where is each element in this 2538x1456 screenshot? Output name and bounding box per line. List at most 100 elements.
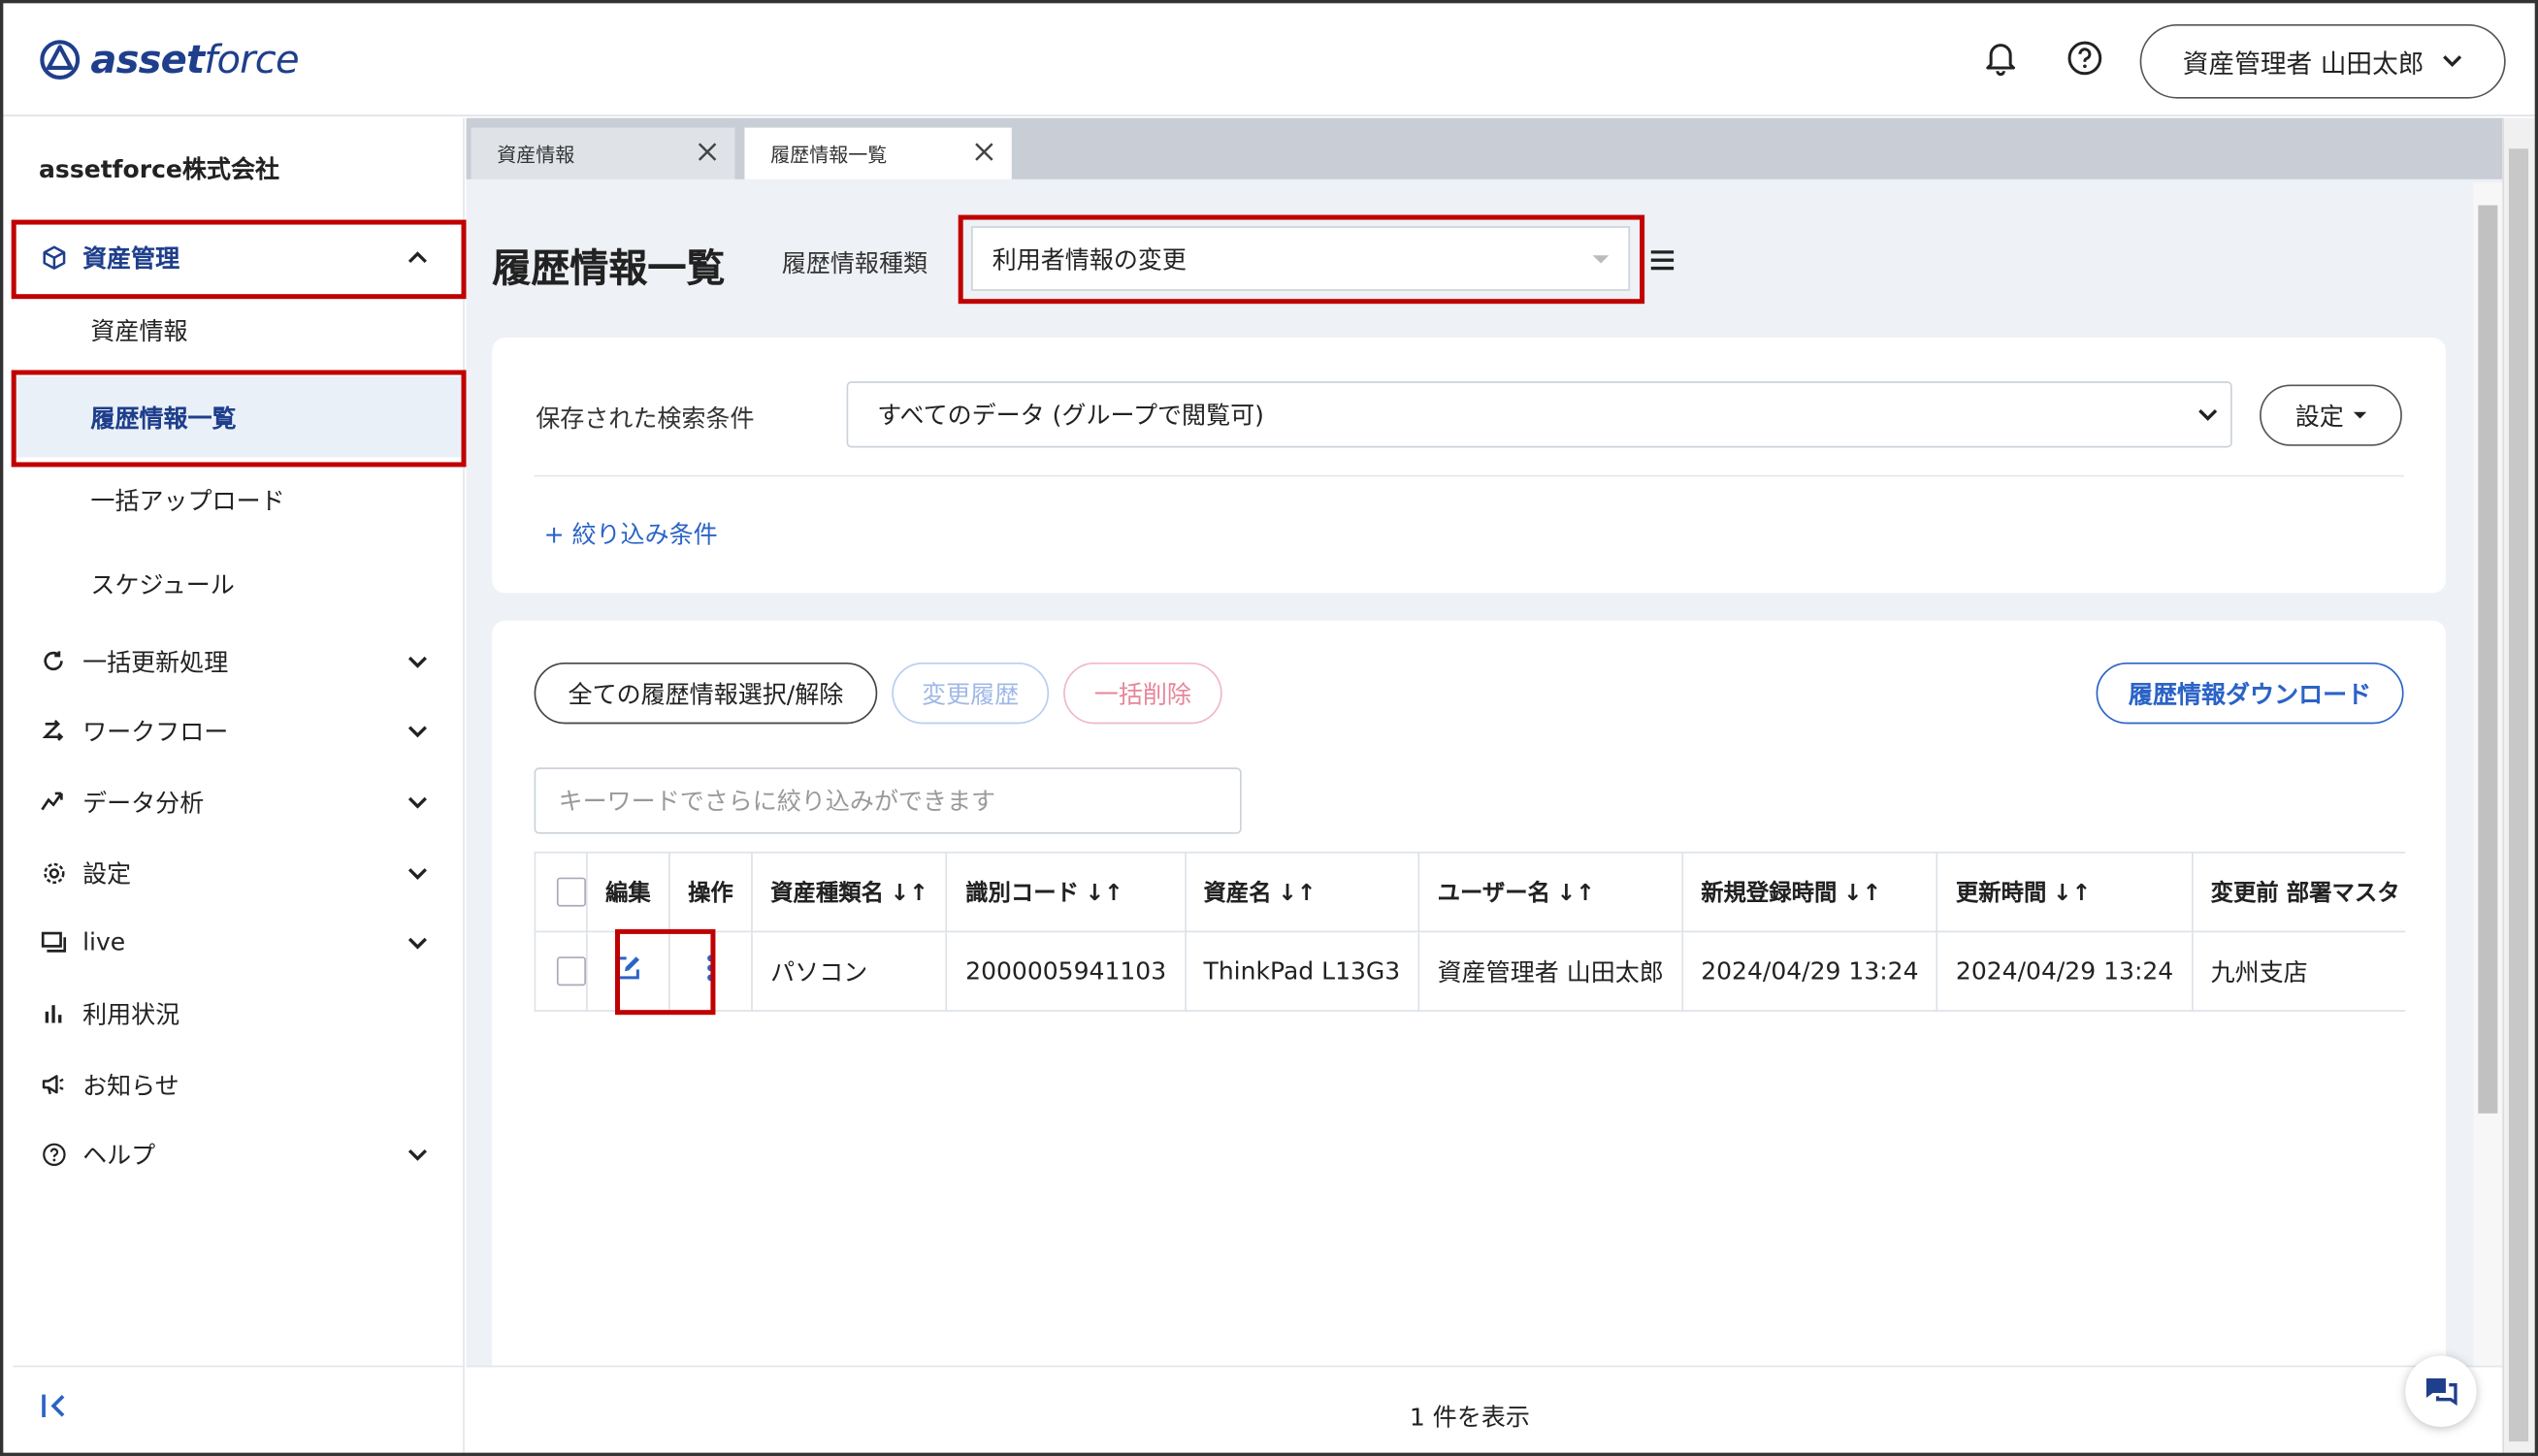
row-checkbox-cell[interactable] — [534, 930, 588, 1012]
cell-asset-name: ThinkPad L13G3 — [1184, 930, 1420, 1012]
actions-cell[interactable] — [668, 930, 753, 1012]
edit-cell[interactable] — [585, 930, 670, 1012]
column-header-user-name[interactable]: ユーザー名 ↓↑ — [1417, 851, 1683, 933]
close-icon[interactable] — [696, 141, 718, 163]
column-header-updated-at[interactable]: 更新時間 ↓↑ — [1936, 851, 2194, 933]
refresh-icon — [41, 648, 67, 674]
sort-icon[interactable]: ↓↑ — [891, 881, 928, 907]
saved-search-label: 保存された検索条件 — [536, 404, 755, 434]
sidebar-item-label: データ分析 — [82, 788, 205, 818]
select-all-checkbox-cell[interactable] — [534, 851, 588, 933]
divider — [534, 474, 2404, 477]
result-count: 1 件を表示 — [1409, 1403, 1530, 1432]
logo-icon — [40, 40, 81, 81]
sort-icon[interactable]: ↓↑ — [2053, 881, 2091, 907]
cell-created-at: 2024/04/29 13:24 — [1681, 930, 1938, 1012]
saved-search-select[interactable]: すべてのデータ (グループで閲覧可) — [846, 381, 2232, 448]
footer-divider — [466, 1365, 2503, 1368]
column-header-dept-before: 変更前 部署マスタ — [2191, 851, 2406, 933]
sidebar-divider — [13, 1365, 465, 1368]
sidebar-item-usage[interactable]: 利用状況 — [13, 980, 463, 1048]
chat-button[interactable] — [2405, 1355, 2477, 1427]
download-history-button[interactable]: 履歴情報ダウンロード — [2096, 663, 2404, 725]
usage-chart-icon — [41, 1000, 67, 1026]
add-filter-link[interactable]: + 絞り込み条件 — [544, 517, 718, 551]
table-header-row: 編集 操作 資産種類名 ↓↑ 識別コード ↓↑ 資産名 ↓↑ ユーザー名 ↓↑ 新規登録… — [534, 851, 2406, 933]
sort-icon[interactable]: ↓↑ — [1557, 881, 1595, 907]
sidebar-item-bulk-update[interactable]: 一括更新処理 — [13, 627, 463, 695]
column-header-asset-name[interactable]: 資産名 ↓↑ — [1184, 851, 1420, 933]
cell-dept-before: 九州支店 — [2191, 930, 2406, 1012]
select-all-button[interactable]: 全ての履歴情報選択/解除 — [534, 663, 878, 725]
bell-icon[interactable] — [1981, 39, 2020, 78]
cell-updated-at: 2024/04/29 13:24 — [1936, 930, 2194, 1012]
workflow-icon — [41, 718, 67, 744]
company-name: assetforce株式会社 — [39, 154, 280, 184]
analytics-icon — [41, 789, 67, 815]
cell-asset-type: パソコン — [751, 930, 948, 1012]
history-table: 編集 操作 資産種類名 ↓↑ 識別コード ↓↑ 資産名 ↓↑ ユーザー名 ↓↑ 新規登録… — [534, 851, 2406, 1012]
sidebar-subitem-history-list[interactable]: 履歴情報一覧 — [13, 376, 464, 458]
column-header-actions: 操作 — [668, 851, 753, 933]
tab-label: 資産情報 — [497, 143, 575, 166]
gear-icon — [41, 859, 67, 886]
sort-icon[interactable]: ↓↑ — [1086, 881, 1123, 907]
chevron-down-icon — [407, 937, 427, 950]
help-icon — [41, 1141, 67, 1167]
history-type-label: 履歴情報種類 — [781, 248, 928, 278]
settings-button-label: 設定 — [2294, 401, 2344, 431]
sidebar-item-label: live — [82, 927, 126, 957]
column-header-created-at[interactable]: 新規登録時間 ↓↑ — [1681, 851, 1938, 933]
sidebar-subitem-schedule[interactable]: スケジュール — [13, 549, 463, 617]
saved-search-value: すべてのデータ (グループで閲覧可) — [877, 401, 1264, 431]
tab-asset-info[interactable]: 資産情報 — [471, 127, 735, 179]
dropdown-caret-icon — [1592, 255, 1610, 264]
live-icon — [41, 929, 67, 955]
sidebar-item-news[interactable]: お知らせ — [13, 1051, 463, 1118]
sidebar-item-live[interactable]: live — [13, 908, 463, 976]
chevron-down-icon — [2198, 408, 2218, 421]
chat-icon — [2425, 1378, 2457, 1407]
sidebar-subitem-asset-info[interactable]: 資産情報 — [13, 296, 463, 364]
caret-down-icon — [2353, 411, 2367, 419]
keyword-filter-input[interactable]: キーワードでさらに絞り込みができます — [534, 767, 1242, 834]
chevron-down-icon — [2442, 55, 2461, 67]
content-scrollbar-thumb[interactable] — [2478, 205, 2498, 1114]
sort-icon[interactable]: ↓↑ — [1278, 881, 1316, 907]
tab-label: 履歴情報一覧 — [770, 143, 888, 166]
sidebar-item-label: 一括更新処理 — [82, 647, 229, 677]
sidebar-item-data-analysis[interactable]: データ分析 — [13, 767, 463, 835]
column-header-id-code[interactable]: 識別コード ↓↑ — [946, 851, 1187, 933]
megaphone-icon — [41, 1071, 67, 1097]
sidebar-item-workflow[interactable]: ワークフロー — [13, 696, 463, 764]
more-vertical-icon[interactable] — [705, 954, 715, 983]
assetforce-logo[interactable]: assetforce — [39, 36, 300, 84]
history-type-select[interactable]: 利用者情報の変更 — [971, 226, 1631, 291]
sidebar-item-help[interactable]: ヘルプ — [13, 1119, 463, 1187]
bulk-delete-button[interactable]: 一括削除 — [1063, 663, 1222, 725]
chevron-down-icon — [407, 726, 427, 738]
tab-history-list[interactable]: 履歴情報一覧 — [744, 127, 1012, 179]
checkbox[interactable] — [556, 877, 586, 907]
page-scrollbar-thumb[interactable] — [2509, 148, 2529, 1441]
search-card — [492, 338, 2446, 594]
sidebar-item-asset-management[interactable]: 資産管理 — [13, 221, 463, 292]
sidebar-item-settings[interactable]: 設定 — [13, 839, 463, 907]
settings-button[interactable]: 設定 — [2260, 384, 2402, 446]
checkbox[interactable] — [556, 956, 586, 987]
user-menu-button[interactable]: 資産管理者 山田太郎 — [2139, 23, 2506, 99]
change-history-button[interactable]: 変更履歴 — [892, 663, 1050, 725]
close-icon[interactable] — [973, 141, 995, 163]
sidebar-item-label: 設定 — [82, 858, 132, 889]
sidebar-subitem-bulk-upload[interactable]: 一括アップロード — [13, 466, 463, 534]
sidebar-item-label: ワークフロー — [82, 716, 229, 746]
sort-icon[interactable]: ↓↑ — [1843, 881, 1881, 907]
menu-icon[interactable] — [1649, 247, 1676, 271]
sidebar-item-label: ヘルプ — [82, 1140, 156, 1170]
box-icon — [41, 244, 67, 271]
chevron-down-icon — [407, 796, 427, 809]
column-header-asset-type[interactable]: 資産種類名 ↓↑ — [751, 851, 948, 933]
help-icon[interactable] — [2066, 39, 2104, 78]
edit-icon[interactable] — [613, 954, 642, 983]
collapse-sidebar-icon[interactable] — [39, 1390, 75, 1426]
